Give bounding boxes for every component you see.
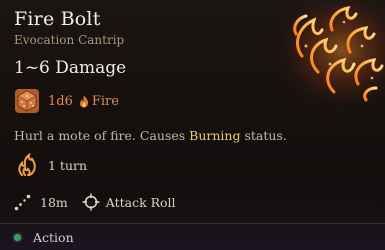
burning-icon	[18, 153, 36, 176]
damage-dice: 1d6	[48, 93, 73, 109]
crosshair-icon	[82, 193, 100, 211]
damage-range: 1~6 Damage	[14, 58, 127, 78]
divider	[0, 223, 385, 224]
action-dot-icon	[14, 233, 21, 241]
duration-text: 1 turn	[48, 157, 88, 173]
description-text-end: status.	[240, 128, 287, 143]
roll-type-text: Attack Roll	[105, 194, 176, 210]
range-icon	[14, 194, 31, 211]
fire-icon	[79, 95, 88, 107]
duration-row: 1 turn	[14, 152, 87, 178]
action-cost-label: Action	[33, 229, 74, 245]
description-text: Hurl a mote of fire. Causes	[14, 128, 190, 143]
spell-description: Hurl a mote of fire. Causes Burning stat…	[14, 128, 287, 143]
spell-title: Fire Bolt	[14, 8, 101, 30]
range-text: 18m	[40, 194, 68, 210]
damage-type: Fire	[91, 93, 119, 109]
cost-row: Action	[14, 229, 74, 245]
spell-school: Evocation Cantrip	[14, 33, 125, 47]
burning-keyword-link[interactable]: Burning	[189, 128, 240, 143]
d6-dice-icon	[15, 89, 39, 113]
fire-bolt-art-icon	[262, 0, 385, 112]
spell-tooltip: Fire Bolt Evocation Cantrip 1~6 Damage 1…	[0, 0, 385, 250]
stats-row: 18m Attack Roll	[14, 191, 176, 213]
damage-dice-row: 1d6 Fire	[14, 88, 119, 114]
